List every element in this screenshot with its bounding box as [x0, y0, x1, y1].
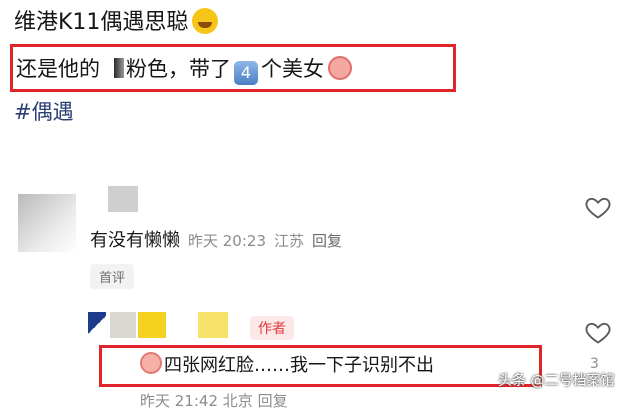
rolling-laughing-emoji-icon [192, 8, 219, 34]
username-blurred[interactable] [108, 186, 138, 212]
reply-meta: 昨天 21:42 北京 回复 [140, 390, 288, 411]
crying-emoji-icon [140, 352, 162, 374]
watermark: 头条 @二号档案馆 [498, 373, 615, 389]
post-body-line: 还是他的 粉色，带了 4 个美女 [16, 54, 352, 85]
reply-button[interactable]: 回复 [258, 392, 288, 410]
heart-icon[interactable] [584, 318, 612, 346]
username-blurred[interactable] [110, 312, 136, 338]
hashtag-link[interactable]: #偶遇 [14, 98, 74, 126]
post-title-text: 维港K11偶遇思聪 [14, 10, 189, 35]
post-line-after: 个美女 [261, 57, 324, 81]
shy-face-emoji-icon [328, 56, 352, 80]
comment-item: 有没有懒懒 昨天 20:23 江苏 回复 [90, 228, 342, 254]
reply-location: 北京 [222, 392, 253, 410]
post-title: 维港K11偶遇思聪 [14, 8, 219, 38]
reply-comment: 四张网红脸……我一下子识别不出 [140, 352, 434, 379]
first-comment-tag: 首评 [90, 264, 135, 289]
post-line-mid: 粉色，带了 [126, 57, 231, 81]
comment-time: 昨天 20:23 [188, 232, 266, 250]
comment-text: 有没有懒懒 [90, 230, 180, 251]
avatar[interactable] [18, 194, 76, 252]
reply-button[interactable]: 回复 [312, 232, 342, 250]
comment-location: 江苏 [274, 232, 305, 250]
author-badge: 作者 [250, 316, 294, 340]
reply-time: 昨天 21:42 [140, 392, 218, 410]
keycap-number-icon: 4 [234, 61, 258, 85]
username-blurred[interactable] [138, 312, 166, 338]
username-blurred[interactable] [198, 312, 228, 338]
heart-icon[interactable] [584, 193, 612, 221]
reply-comment-text: 四张网红脸……我一下子识别不出 [164, 355, 434, 376]
censor-block [114, 58, 124, 78]
post-line-before: 还是他的 [16, 57, 100, 81]
avatar[interactable] [88, 312, 106, 338]
